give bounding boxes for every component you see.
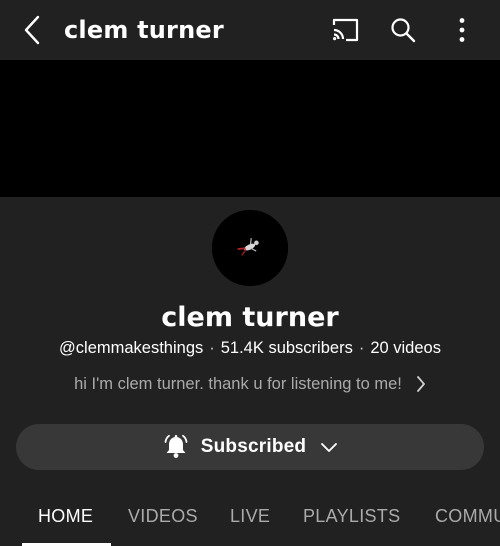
search-icon <box>391 18 416 43</box>
tab-community[interactable]: COMMUNITY <box>435 504 500 528</box>
meta-separator: · <box>358 339 365 357</box>
channel-handle: @clemmakesthings <box>59 339 204 357</box>
back-chevron-icon <box>24 15 40 45</box>
subscribed-button[interactable]: Subscribed <box>16 424 484 470</box>
video-count: 20 videos <box>370 339 441 357</box>
tab-home[interactable]: HOME <box>38 504 93 528</box>
meta-separator: · <box>209 339 215 357</box>
channel-page: clem turner clem turner @clemmakesthings… <box>0 0 500 546</box>
channel-description: hi I'm clem turner. thank u for listenin… <box>74 375 402 393</box>
chevron-right-icon <box>416 375 426 393</box>
back-button[interactable] <box>14 12 50 48</box>
more-options-button[interactable] <box>444 12 480 48</box>
channel-about-link[interactable]: hi I'm clem turner. thank u for listenin… <box>0 372 500 396</box>
top-app-bar: clem turner <box>0 0 500 60</box>
tab-playlists[interactable]: PLAYLISTS <box>303 504 400 528</box>
channel-avatar[interactable] <box>212 210 288 286</box>
channel-title: clem turner <box>64 16 224 44</box>
cast-button[interactable] <box>327 12 363 48</box>
avatar-figure-image <box>212 210 288 286</box>
channel-name: clem turner <box>161 302 339 333</box>
tab-live[interactable]: LIVE <box>230 504 270 528</box>
channel-meta: @clemmakesthings · 51.4K subscribers · 20 vi… <box>0 337 500 359</box>
search-button[interactable] <box>385 12 421 48</box>
channel-tabs: HOME VIDEOS LIVE PLAYLISTS COMMUNITY <box>0 496 500 546</box>
cast-icon <box>332 18 359 42</box>
subscriber-count: 51.4K subscribers <box>220 339 353 357</box>
channel-banner <box>0 60 500 197</box>
chevron-down-icon <box>320 441 338 453</box>
bell-icon <box>162 433 190 461</box>
more-vertical-icon <box>459 18 465 42</box>
tab-videos[interactable]: VIDEOS <box>128 504 198 528</box>
subscribed-label: Subscribed <box>200 436 307 457</box>
